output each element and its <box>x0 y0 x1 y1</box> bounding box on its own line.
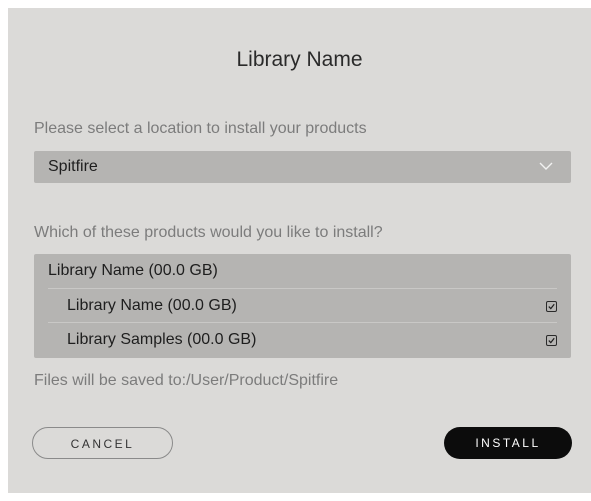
location-prompt: Please select a location to install your… <box>34 120 367 137</box>
product-group-label: Library Name (00.0 GB) <box>48 262 218 279</box>
product-group-row: Library Name (00.0 GB) <box>34 254 571 288</box>
cancel-button[interactable]: CANCEL <box>32 427 173 459</box>
location-select-value: Spitfire <box>48 158 98 175</box>
product-label: Library Samples (00.0 GB) <box>67 331 257 348</box>
products-list: Library Name (00.0 GB) Library Name (00.… <box>34 254 571 358</box>
product-row-library-samples[interactable]: Library Samples (00.0 GB) <box>34 323 571 357</box>
location-select[interactable]: Spitfire <box>34 151 571 183</box>
install-dialog: Library Name Please select a location to… <box>8 8 591 493</box>
product-checkbox[interactable] <box>546 335 557 346</box>
chevron-down-icon <box>539 162 553 170</box>
product-checkbox[interactable] <box>546 301 557 312</box>
install-button[interactable]: INSTALL <box>444 427 572 459</box>
dialog-title: Library Name <box>236 48 363 71</box>
checkmark-icon <box>548 303 555 310</box>
products-prompt: Which of these products would you like t… <box>34 224 383 241</box>
checkmark-icon <box>548 337 555 344</box>
save-path-text: Files will be saved to:/User/Product/Spi… <box>34 372 339 389</box>
product-label: Library Name (00.0 GB) <box>67 297 237 314</box>
product-row-library-name[interactable]: Library Name (00.0 GB) <box>34 289 571 323</box>
